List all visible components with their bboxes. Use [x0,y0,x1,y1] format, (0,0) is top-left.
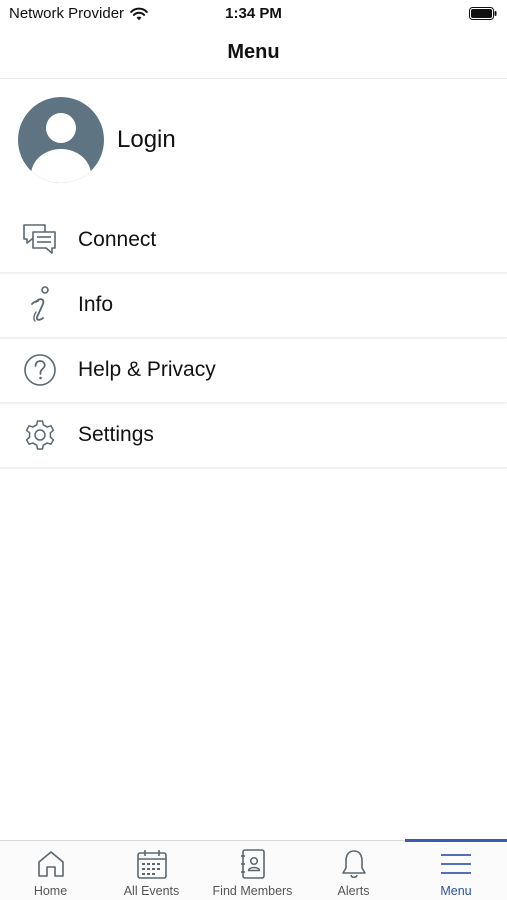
login-label: Login [117,126,176,153]
menu-item-help-privacy[interactable]: Help & Privacy [0,338,507,403]
hamburger-icon [405,847,507,881]
menu-item-label: Info [78,293,114,316]
tab-bar: Home All Events Find Members Alerts Menu [0,839,507,900]
login-row[interactable]: Login [18,96,176,184]
tab-label: Find Members [212,884,293,898]
status-time: 1:34 PM [225,5,282,22]
info-icon [20,285,60,325]
tab-home[interactable]: Home [0,841,101,900]
bell-icon [303,847,404,881]
avatar-icon [18,97,104,183]
calendar-icon [101,847,202,881]
tab-label: Home [33,884,68,898]
chat-icon [20,220,60,260]
menu-item-label: Help & Privacy [78,358,216,381]
page-title: Menu [227,41,280,63]
menu-screen: Network Provider 1:34 PM Menu Login Conn… [0,0,507,900]
menu-item-label: Connect [78,228,157,251]
menu-item-connect[interactable]: Connect [0,208,507,273]
menu-item-settings[interactable]: Settings [0,403,507,468]
tab-menu[interactable]: Menu [405,839,507,900]
tab-find-members[interactable]: Find Members [202,841,303,900]
tab-all-events[interactable]: All Events [101,841,202,900]
help-icon [20,350,60,390]
active-tab-indicator [405,839,507,842]
tab-label: Menu [440,884,472,898]
nav-bar: Menu [0,28,507,79]
status-bar: Network Provider 1:34 PM [0,0,507,28]
home-icon [0,847,101,881]
menu-item-info[interactable]: Info [0,273,507,338]
tab-label: All Events [123,884,180,898]
battery-icon [469,7,497,20]
menu-item-label: Settings [78,423,154,446]
gear-icon [20,415,60,455]
tab-label: Alerts [337,884,370,898]
address-book-icon [202,847,303,881]
tab-alerts[interactable]: Alerts [303,841,404,900]
